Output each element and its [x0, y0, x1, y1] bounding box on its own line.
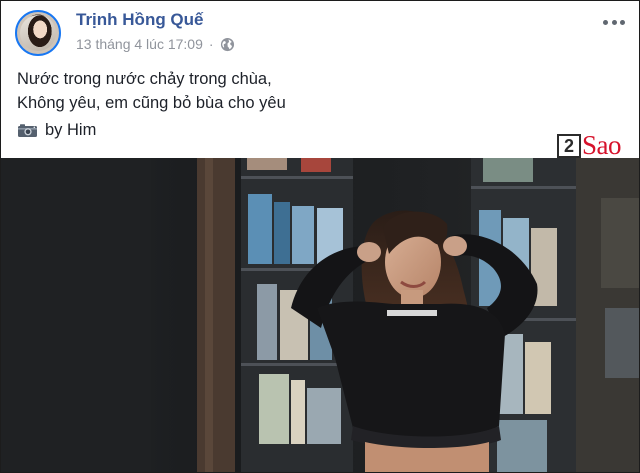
camera-icon	[17, 123, 38, 138]
right-hand	[443, 236, 467, 256]
post-line-2: Không yêu, em cũng bỏ bùa cho yêu	[17, 94, 286, 112]
credit-text: by Him	[45, 121, 97, 139]
right-shelf	[601, 198, 639, 288]
book	[483, 158, 533, 182]
post-timestamp[interactable]: 13 tháng 4 lúc 17:09	[76, 36, 203, 52]
watermark-2sao: 2 Sao	[557, 130, 622, 160]
watermark-logo-text: Sao	[582, 130, 622, 160]
post-header: Trịnh Hồng Quế 13 tháng 4 lúc 17:09 ·	[15, 9, 625, 57]
left-hand	[357, 242, 381, 262]
book	[248, 194, 272, 264]
left-shadow	[1, 158, 151, 472]
wooden-post-highlight	[205, 158, 213, 472]
watermark-logo-box: 2	[557, 133, 581, 158]
avatar[interactable]	[15, 10, 61, 56]
post-text: Nước trong nước chảy trong chùa, Không y…	[17, 67, 577, 140]
book	[257, 284, 277, 360]
book	[497, 420, 547, 472]
wooden-post	[197, 158, 235, 472]
post-photo[interactable]	[1, 158, 639, 472]
more-options-button[interactable]	[603, 14, 625, 30]
book	[247, 158, 287, 170]
right-shelf	[605, 308, 639, 378]
more-horizontal-icon	[620, 19, 625, 25]
author-name[interactable]: Trịnh Hồng Quế	[76, 10, 204, 30]
post-line-1: Nước trong nước chảy trong chùa,	[17, 70, 272, 88]
photo-credit: by Him	[17, 121, 577, 140]
shelf-line	[241, 363, 353, 366]
globe-icon[interactable]	[220, 37, 235, 52]
photo-illustration	[1, 158, 639, 472]
book	[525, 342, 551, 414]
book	[274, 202, 290, 264]
book	[291, 380, 305, 444]
avatar-photo	[20, 15, 56, 51]
shelf-line	[241, 176, 353, 179]
book	[307, 388, 341, 444]
post-meta: 13 tháng 4 lúc 17:09 ·	[76, 36, 235, 52]
more-horizontal-icon	[603, 19, 608, 25]
more-horizontal-icon	[611, 19, 617, 25]
shelf-line	[471, 186, 576, 189]
meta-separator: ·	[208, 36, 214, 52]
book	[292, 206, 314, 264]
book	[259, 374, 289, 444]
book	[301, 158, 331, 172]
facebook-post-screenshot: Trịnh Hồng Quế 13 tháng 4 lúc 17:09 · Nư…	[0, 0, 640, 473]
crop-top-print	[387, 310, 437, 316]
